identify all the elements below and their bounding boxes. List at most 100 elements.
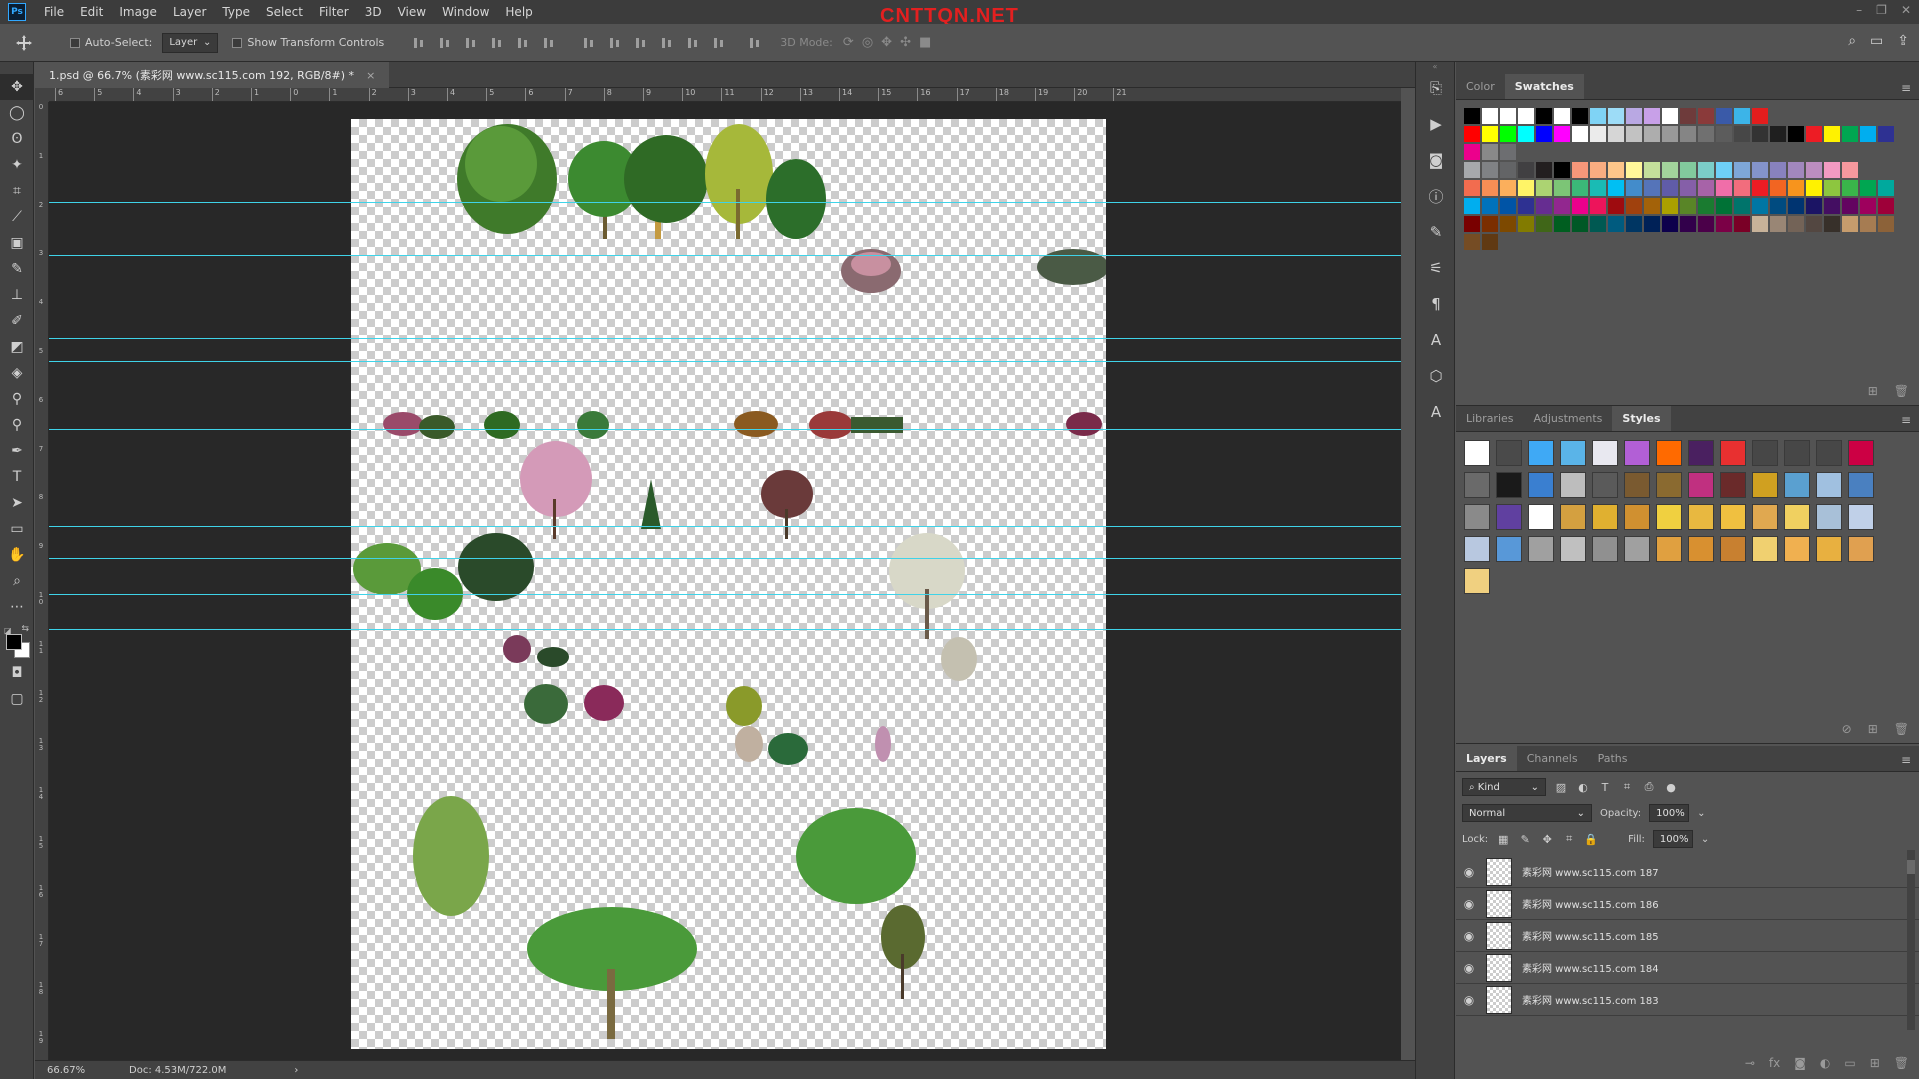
menu-image[interactable]: Image <box>111 5 165 19</box>
color-swatch[interactable] <box>1878 198 1894 214</box>
link-layers-icon[interactable]: ⊸ <box>1745 1056 1755 1070</box>
menu-select[interactable]: Select <box>258 5 311 19</box>
color-swatch[interactable] <box>1734 126 1750 142</box>
color-swatch[interactable] <box>1536 162 1552 178</box>
search-icon[interactable]: ⌕ <box>1848 33 1856 49</box>
style-preset[interactable] <box>1560 504 1586 530</box>
layer-row[interactable]: ◉ 素彩网 www.sc115.com 185 <box>1456 920 1919 952</box>
color-swatch[interactable] <box>1464 216 1480 232</box>
color-swatch[interactable] <box>1626 198 1642 214</box>
align-right-icon[interactable] <box>542 36 556 50</box>
menu-edit[interactable]: Edit <box>72 5 111 19</box>
new-group-icon[interactable]: ▭ <box>1844 1056 1855 1070</box>
menu-file[interactable]: File <box>36 5 72 19</box>
color-swatch[interactable] <box>1482 234 1498 250</box>
status-arrow-icon[interactable]: › <box>294 1065 298 1076</box>
style-preset[interactable] <box>1592 536 1618 562</box>
color-swatch[interactable] <box>1536 126 1552 142</box>
color-swatch[interactable] <box>1644 108 1660 124</box>
align-left-icon[interactable] <box>490 36 504 50</box>
document-tab[interactable]: 1.psd @ 66.7% (素彩网 www.sc115.com 192, RG… <box>35 62 390 88</box>
color-swatch[interactable] <box>1716 198 1732 214</box>
style-preset[interactable] <box>1752 536 1778 562</box>
color-swatch[interactable] <box>1518 162 1534 178</box>
color-swatch[interactable] <box>1626 162 1642 178</box>
color-swatch[interactable] <box>1662 126 1678 142</box>
blend-mode-dropdown[interactable]: Normal ⌄ <box>1462 804 1592 822</box>
color-swatch[interactable] <box>1500 126 1516 142</box>
path-selection-tool-icon[interactable]: ➤ <box>0 490 34 516</box>
filter-shape-icon[interactable]: ⌗ <box>1620 780 1634 794</box>
color-swatch[interactable] <box>1518 216 1534 232</box>
color-swatch[interactable] <box>1788 198 1804 214</box>
foreground-color-swatch[interactable] <box>6 634 22 650</box>
color-swatch[interactable] <box>1716 216 1732 232</box>
color-swatch[interactable] <box>1572 162 1588 178</box>
style-preset[interactable] <box>1592 440 1618 466</box>
color-swatch[interactable] <box>1842 180 1858 196</box>
color-swatch[interactable] <box>1698 108 1714 124</box>
layer-row[interactable]: ◉ 素彩网 www.sc115.com 184 <box>1456 952 1919 984</box>
color-swatch[interactable] <box>1698 198 1714 214</box>
move-tool-preset-icon[interactable] <box>0 34 48 52</box>
color-swatch[interactable] <box>1482 144 1498 160</box>
dodge-tool-icon[interactable]: ⚲ <box>0 412 34 438</box>
clear-style-icon[interactable]: ⊘ <box>1842 722 1852 736</box>
style-preset[interactable] <box>1784 472 1810 498</box>
guide-line[interactable] <box>49 361 1401 362</box>
style-preset[interactable] <box>1624 504 1650 530</box>
color-swatch[interactable] <box>1860 216 1876 232</box>
color-swatch[interactable] <box>1464 108 1480 124</box>
align-vcenter-icon[interactable] <box>438 36 452 50</box>
close-button[interactable]: ✕ <box>1901 3 1911 17</box>
slide-3d-icon[interactable]: ✣ <box>900 35 911 50</box>
style-preset[interactable] <box>1656 536 1682 562</box>
color-swatch[interactable] <box>1518 180 1534 196</box>
color-swatch[interactable] <box>1806 198 1822 214</box>
color-swatch[interactable] <box>1770 216 1786 232</box>
lock-image-icon[interactable]: ✎ <box>1518 832 1532 846</box>
style-preset[interactable] <box>1656 504 1682 530</box>
color-swatch[interactable] <box>1464 180 1480 196</box>
panel-menu-icon[interactable]: ≡ <box>1901 413 1911 427</box>
color-swatch[interactable] <box>1806 180 1822 196</box>
style-preset[interactable] <box>1560 536 1586 562</box>
workspace-icon[interactable]: ▭ <box>1870 33 1883 49</box>
color-swatch[interactable] <box>1500 198 1516 214</box>
tab-swatches[interactable]: Swatches <box>1504 74 1584 99</box>
visibility-eye-icon[interactable]: ◉ <box>1456 929 1482 943</box>
color-swatch[interactable] <box>1500 216 1516 232</box>
tab-styles[interactable]: Styles <box>1612 406 1671 431</box>
style-preset[interactable] <box>1720 472 1746 498</box>
layer-filter-dropdown[interactable]: ⌕ Kind ⌄ <box>1462 778 1546 796</box>
color-swatch[interactable] <box>1644 216 1660 232</box>
color-swatch[interactable] <box>1788 216 1804 232</box>
opacity-dropdown-icon[interactable]: ⌄ <box>1697 808 1705 819</box>
style-preset[interactable] <box>1528 536 1554 562</box>
color-swatch[interactable] <box>1806 216 1822 232</box>
color-swatch[interactable] <box>1734 198 1750 214</box>
layers-scroll-thumb[interactable] <box>1907 860 1915 874</box>
scale-3d-icon[interactable]: ■ <box>919 35 931 50</box>
color-swatch[interactable] <box>1608 108 1624 124</box>
color-swatch[interactable] <box>1464 234 1480 250</box>
color-swatch[interactable] <box>1842 162 1858 178</box>
color-swatch[interactable] <box>1824 198 1840 214</box>
style-preset[interactable] <box>1528 504 1554 530</box>
tab-channels[interactable]: Channels <box>1517 746 1588 771</box>
color-swatch[interactable] <box>1554 180 1570 196</box>
layer-row[interactable]: ◉ 素彩网 www.sc115.com 183 <box>1456 984 1919 1016</box>
style-preset[interactable] <box>1560 440 1586 466</box>
color-swatch[interactable] <box>1698 162 1714 178</box>
style-preset[interactable] <box>1848 440 1874 466</box>
lock-position-icon[interactable]: ✥ <box>1540 832 1554 846</box>
color-swatch[interactable] <box>1590 198 1606 214</box>
pen-tool-icon[interactable]: ✒ <box>0 438 34 464</box>
style-preset[interactable] <box>1592 504 1618 530</box>
lock-all-icon[interactable]: 🔒 <box>1584 832 1598 846</box>
fill-input[interactable]: 100% <box>1652 830 1693 848</box>
layers-scrollbar[interactable] <box>1907 850 1915 1030</box>
rectangle-tool-icon[interactable]: ▭ <box>0 516 34 542</box>
color-swatch[interactable] <box>1662 162 1678 178</box>
quick-mask-icon[interactable]: ◘ <box>0 660 34 686</box>
